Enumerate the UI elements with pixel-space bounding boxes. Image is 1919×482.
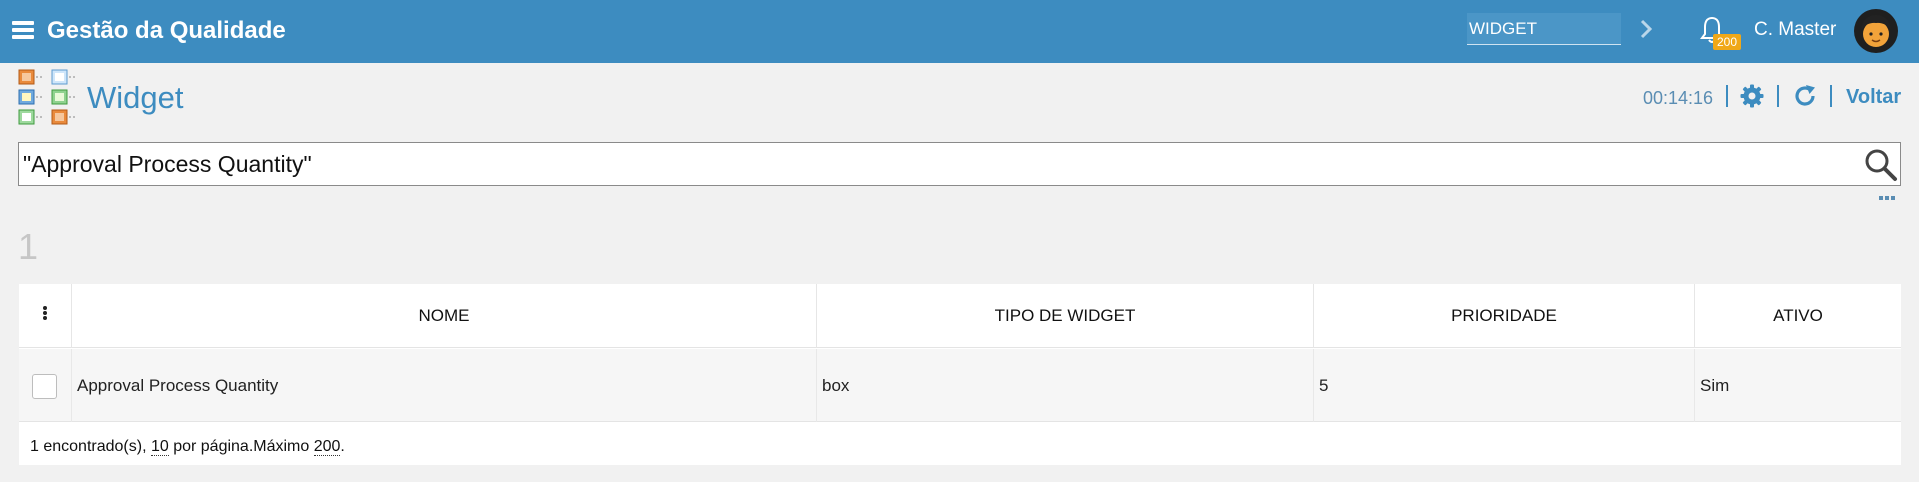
row-checkbox[interactable] [32,374,57,399]
column-header-tipo-de-widget[interactable]: TIPO DE WIDGET [816,284,1313,348]
cell-nome: Approval Process Quantity [71,349,816,422]
more-icon[interactable] [1879,196,1895,202]
kebab-icon [43,306,47,320]
hamburger-menu-icon[interactable] [12,20,36,40]
found-count-text: 1 encontrado(s), [30,438,151,455]
footer-period: . [340,438,345,455]
column-header-nome[interactable]: NOME [71,284,816,348]
divider [1830,85,1832,107]
user-name[interactable]: C. Master [1754,19,1836,41]
avatar[interactable] [1853,8,1899,54]
max-label: Máximo [253,438,314,455]
row-select-cell [19,349,71,422]
result-count: 1 [18,226,39,267]
refresh-icon[interactable] [1793,84,1817,108]
search-box [18,142,1901,186]
divider [1777,85,1779,107]
max-results-selector[interactable]: 200 [313,438,341,456]
cell-tipo-de-widget: box [816,349,1313,422]
divider [1726,85,1728,107]
cell-ativo: Sim [1694,349,1901,422]
column-header-prioridade[interactable]: PRIORIDADE [1313,284,1694,348]
per-page-text: por página. [168,438,254,455]
session-timer: 00:14:16 [1643,88,1714,108]
top-navbar: Gestão da Qualidade 200 C. Master [0,0,1919,63]
gear-icon[interactable] [1740,84,1764,108]
results-table: NOME TIPO DE WIDGET PRIORIDADE ATIVO App… [19,284,1901,465]
search-icon[interactable] [1864,148,1898,182]
per-page-selector[interactable]: 10 [150,438,169,456]
cell-prioridade: 5 [1313,349,1694,422]
widget-logo-icon [18,69,75,125]
search-input[interactable] [23,144,1843,184]
pagination-summary: 1 encontrado(s), 10 por página.Máximo 20… [30,438,345,456]
notification-badge[interactable]: 200 [1713,34,1741,50]
back-link[interactable]: Voltar [1846,86,1901,109]
nav-search-input[interactable] [1467,13,1621,45]
column-header-ativo[interactable]: ATIVO [1694,284,1901,348]
column-menu-button[interactable] [19,284,71,348]
app-title[interactable]: Gestão da Qualidade [47,17,286,45]
chevron-right-icon[interactable] [1639,18,1653,40]
table-header: NOME TIPO DE WIDGET PRIORIDADE ATIVO [19,284,1901,348]
page-title: Widget [87,80,184,115]
table-row[interactable]: Approval Process Quantity box 5 Sim [19,349,1901,422]
